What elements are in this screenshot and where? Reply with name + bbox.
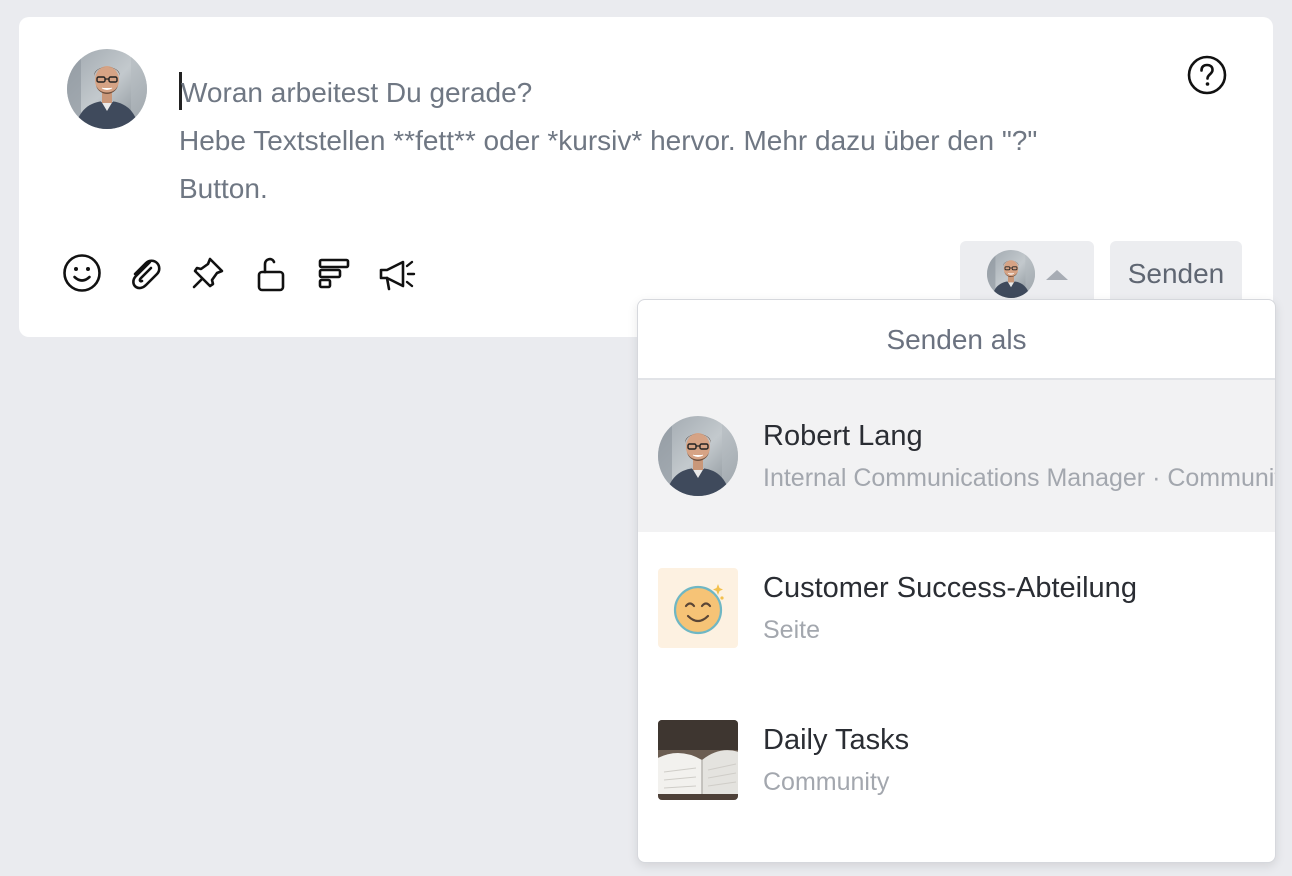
- sender-name: Robert Lang: [763, 420, 923, 452]
- question-circle-icon[interactable]: [1187, 55, 1227, 95]
- send-as-dropdown: Senden als Robert Lang Internal Communic…: [637, 299, 1276, 863]
- unlock-icon[interactable]: [248, 251, 294, 295]
- sender-option-robert-lang[interactable]: Robert Lang Internal Communications Mana…: [638, 380, 1275, 532]
- sender-subtitle: Internal Communications Manager · Commun…: [763, 464, 1275, 492]
- sender-name: Customer Success-Abteilung: [763, 572, 1137, 604]
- emoji-icon[interactable]: [59, 251, 105, 295]
- composer-toolbar: [59, 251, 437, 295]
- sender-subtitle: Community: [763, 768, 890, 796]
- caret-up-icon: [1046, 270, 1068, 280]
- send-as-toggle[interactable]: [960, 241, 1094, 307]
- sender-option-daily-tasks[interactable]: Daily Tasks Community: [638, 684, 1275, 836]
- placeholder-line-3: Button.: [179, 173, 268, 204]
- sender-subtitle: Seite: [763, 616, 820, 644]
- post-composer: Woran arbeitest Du gerade? Hebe Textstel…: [19, 17, 1273, 337]
- post-input[interactable]: Woran arbeitest Du gerade? Hebe Textstel…: [179, 69, 1139, 213]
- selected-sender-avatar: [987, 250, 1035, 298]
- poll-icon[interactable]: [311, 251, 357, 295]
- placeholder-line-1: Woran arbeitest Du gerade?: [181, 77, 533, 108]
- avatar: [658, 416, 738, 496]
- notebook-community-image: [658, 720, 738, 800]
- pin-icon[interactable]: [185, 251, 231, 295]
- sender-name: Daily Tasks: [763, 724, 910, 756]
- smiley-page-icon: [658, 568, 738, 648]
- user-avatar: [67, 49, 147, 129]
- dropdown-title: Senden als: [638, 300, 1275, 380]
- placeholder-line-2: Hebe Textstellen **fett** oder *kursiv* …: [179, 125, 1038, 156]
- sender-option-customer-success[interactable]: Customer Success-Abteilung Seite: [638, 532, 1275, 684]
- send-button[interactable]: Senden: [1110, 241, 1242, 307]
- megaphone-icon[interactable]: [374, 251, 420, 295]
- paperclip-icon[interactable]: [122, 251, 168, 295]
